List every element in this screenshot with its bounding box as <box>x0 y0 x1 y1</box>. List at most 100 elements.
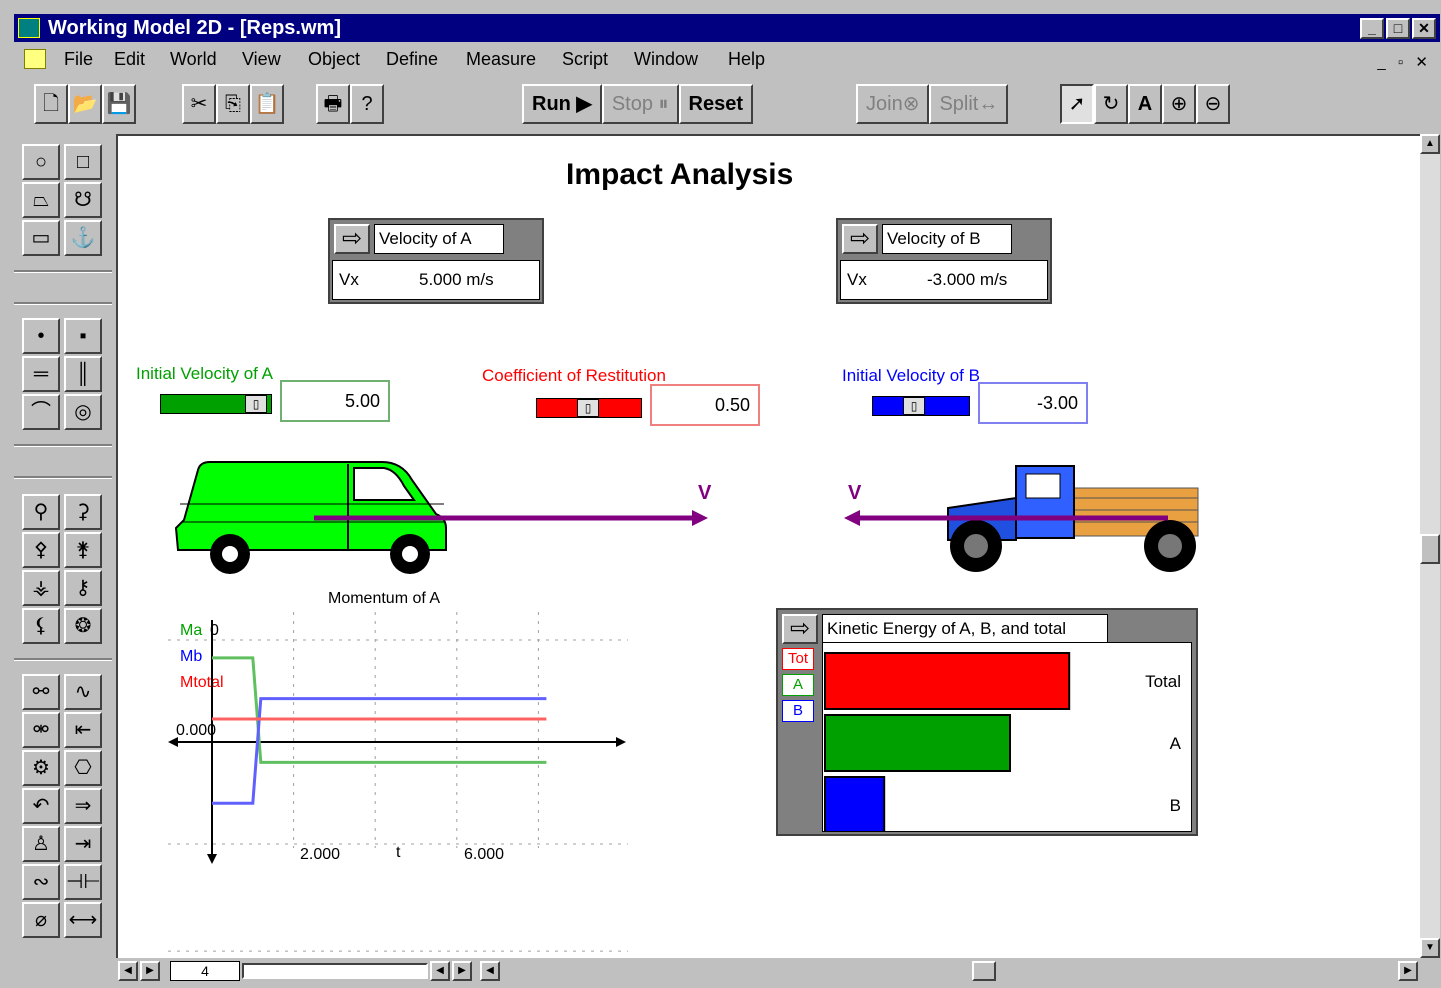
toolbar: 🗋 📂 💾 ✂ ⎘ 📋 🖶 ? Run ▶ Stop ⏸ Reset Join⊗… <box>14 78 1440 130</box>
momentum-graph <box>168 612 628 952</box>
new-file-icon[interactable]: 🗋 <box>34 84 68 124</box>
torque-tool-icon[interactable]: ↶ <box>22 788 60 824</box>
ke-bar-b <box>824 776 886 831</box>
ke-bars: Total A B <box>824 652 1182 831</box>
square-point-tool-icon[interactable]: ▪ <box>64 318 102 354</box>
curved-slot-icon[interactable]: ⌒ <box>22 394 60 430</box>
print-icon[interactable]: 🖶 <box>316 84 350 124</box>
menu-script[interactable]: Script <box>562 44 608 74</box>
zoom-in-icon[interactable]: ⊕ <box>1162 84 1196 124</box>
arrow-tool-icon[interactable]: ➚ <box>1060 84 1094 124</box>
frame-field[interactable]: 4 <box>170 961 240 981</box>
motor-tool-icon[interactable]: ♙ <box>22 826 60 862</box>
window-title: Working Model 2D - [Reps.wm] <box>48 17 341 39</box>
meter-menu-arrow-icon[interactable]: ⇨ <box>782 614 818 644</box>
mdi-window-buttons[interactable]: _ ▫ ✕ <box>1377 48 1432 78</box>
rotational-damper-icon[interactable]: ⊣⊢ <box>64 864 102 900</box>
ke-tab-a[interactable]: A <box>782 674 814 696</box>
hscroll-thumb[interactable] <box>972 961 996 981</box>
horizontal-slot-icon[interactable]: ═ <box>22 356 60 392</box>
zoom-out-icon[interactable]: ⊖ <box>1196 84 1230 124</box>
vertical-scrollbar[interactable]: ▲ ▼ <box>1420 134 1440 958</box>
tape-slider[interactable] <box>242 963 428 979</box>
closed-slot-icon[interactable]: ◎ <box>64 394 102 430</box>
anchor-tool-icon[interactable]: ⚓ <box>64 220 102 256</box>
save-icon[interactable]: 💾 <box>102 84 136 124</box>
rectangle-tool-icon[interactable]: □ <box>64 144 102 180</box>
pin-joint-icon[interactable]: ⚲ <box>22 494 60 530</box>
title-bar: Working Model 2D - [Reps.wm] _ □ ✕ <box>14 14 1440 42</box>
rigid-joint-icon[interactable]: ⚳ <box>64 494 102 530</box>
menu-object[interactable]: Object <box>308 44 360 74</box>
document-icon[interactable] <box>24 49 46 69</box>
text-tool-icon[interactable]: A <box>1128 84 1162 124</box>
kinetic-energy-meter[interactable]: ⇨ Kinetic Energy of A, B, and total Tot … <box>776 608 1198 836</box>
menu-measure[interactable]: Measure <box>466 44 536 74</box>
damper-tool-icon[interactable]: ⇤ <box>64 712 102 748</box>
measure-tool-icon[interactable]: ⟷ <box>64 902 102 938</box>
menu-file[interactable]: File <box>64 44 93 74</box>
menu-view[interactable]: View <box>242 44 281 74</box>
scroll-up-icon[interactable]: ▲ <box>1420 134 1440 154</box>
close-button[interactable]: ✕ <box>1412 18 1436 39</box>
split-button[interactable]: Split↔ <box>929 84 1009 124</box>
app-icon <box>18 18 40 38</box>
stop-button[interactable]: Stop ⏸ <box>601 84 679 124</box>
scroll-down-icon[interactable]: ▼ <box>1420 938 1440 958</box>
hscroll-left-icon[interactable]: ◀ <box>480 961 500 981</box>
simulation-canvas[interactable]: Impact Analysis ⇨ Velocity of A Vx 5.000… <box>116 134 1420 958</box>
menu-help[interactable]: Help <box>728 44 765 74</box>
square-tool-icon[interactable]: ▭ <box>22 220 60 256</box>
keyed-slot-joint-icon[interactable]: ⚷ <box>64 570 102 606</box>
run-button[interactable]: Run ▶ <box>522 84 602 124</box>
slot-joint-icon[interactable]: ⚵ <box>64 532 102 568</box>
hscroll-right-icon[interactable]: ▶ <box>1398 961 1418 981</box>
curved-keyed-joint-icon[interactable]: ⚸ <box>22 608 60 644</box>
tape-left-icon[interactable]: ◀ <box>430 961 450 981</box>
pulley-tool-icon[interactable]: ⎔ <box>64 750 102 786</box>
curved-body-tool-icon[interactable]: ☋ <box>64 182 102 218</box>
maximize-button[interactable]: □ <box>1386 18 1410 39</box>
actuator-tool-icon[interactable]: ⇥ <box>64 826 102 862</box>
rewind-icon[interactable]: ◀ <box>118 961 138 981</box>
circle-tool-icon[interactable]: ○ <box>22 144 60 180</box>
open-folder-icon[interactable]: 📂 <box>68 84 102 124</box>
rope-tool-icon[interactable]: ⚮ <box>22 712 60 748</box>
menu-define[interactable]: Define <box>386 44 438 74</box>
curved-slot-joint-icon[interactable]: ⚶ <box>22 570 60 606</box>
gear-icon[interactable]: ⚙ <box>22 750 60 786</box>
step-back-icon[interactable]: ▶ <box>140 961 160 981</box>
point-tool-icon[interactable]: • <box>22 318 60 354</box>
force-tool-icon[interactable]: ⇒ <box>64 788 102 824</box>
y-axis-arrowhead <box>207 854 217 864</box>
x-axis-arrowhead <box>616 737 626 747</box>
reset-button[interactable]: Reset <box>678 84 754 124</box>
separator-tool-icon[interactable]: ⌀ <box>22 902 60 938</box>
closed-curve-joint-icon[interactable]: ❂ <box>64 608 102 644</box>
scroll-thumb[interactable] <box>1420 534 1440 564</box>
paste-icon[interactable]: 📋 <box>250 84 284 124</box>
tape-right-icon[interactable]: ▶ <box>452 961 472 981</box>
rotational-spring-icon[interactable]: ∾ <box>22 864 60 900</box>
spring-tool-icon[interactable]: ∿ <box>64 674 102 710</box>
menu-window[interactable]: Window <box>634 44 698 74</box>
polygon-tool-icon[interactable]: ⏢ <box>22 182 60 218</box>
ke-tab-total[interactable]: Tot <box>782 648 814 670</box>
rod-tool-icon[interactable]: ⚯ <box>22 674 60 710</box>
menu-edit[interactable]: Edit <box>114 44 145 74</box>
playback-bar: ◀ ▶ 4 ◀ ▶ ◀ ▶ <box>116 958 1420 984</box>
meter-title: Kinetic Energy of A, B, and total <box>822 614 1108 644</box>
tool-palette: ○ □ ⏢ ☋ ▭ ⚓ • ▪ ═ ║ ⌒ ◎ ⚲ ⚳ ⚴ ⚵ ⚶ ⚷ ⚸ ❂ … <box>14 134 112 944</box>
rotate-tool-icon[interactable]: ↻ <box>1094 84 1128 124</box>
minimize-button[interactable]: _ <box>1360 18 1384 39</box>
menu-world[interactable]: World <box>170 44 217 74</box>
cut-icon[interactable]: ✂ <box>182 84 216 124</box>
vertical-slot-icon[interactable]: ║ <box>64 356 102 392</box>
x-axis-arrowhead-left <box>168 737 178 747</box>
copy-icon[interactable]: ⎘ <box>216 84 250 124</box>
keyed-joint-icon[interactable]: ⚴ <box>22 532 60 568</box>
join-button[interactable]: Join⊗ <box>856 84 930 124</box>
ke-tab-b[interactable]: B <box>782 700 814 722</box>
ke-bar-label: Total <box>1145 672 1181 691</box>
help-icon[interactable]: ? <box>350 84 384 124</box>
